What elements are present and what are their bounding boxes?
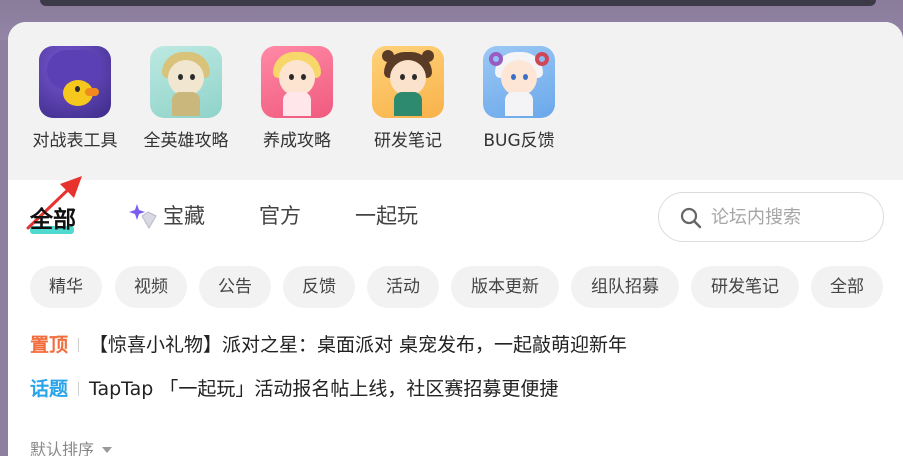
chip-announcement[interactable]: 公告 <box>199 266 271 308</box>
tab-all[interactable]: 全部 <box>30 200 76 234</box>
blonde-girl-icon <box>261 46 333 118</box>
tab-treasure[interactable]: 宝藏 <box>163 200 205 230</box>
topic-tag: 话题 <box>30 378 69 400</box>
chip-team-recruit[interactable]: 组队招募 <box>571 266 679 308</box>
shortcut-bar: 对战表工具 全英雄攻略 养成攻略 研发笔记 BUG反馈 <box>8 22 903 180</box>
duck-avatar-icon <box>39 46 111 118</box>
pinned-tag: 置顶 <box>30 334 69 356</box>
forum-panel: 对战表工具 全英雄攻略 养成攻略 研发笔记 BUG反馈 全部 宝藏 官方 一起玩… <box>8 22 903 456</box>
sort-label: 默认排序 <box>30 440 95 456</box>
chip-dev-notes[interactable]: 研发笔记 <box>691 266 799 308</box>
sparkle-diamond-icon <box>129 204 157 229</box>
shortcut-growth-guide[interactable]: 养成攻略 <box>247 46 347 166</box>
shortcut-label: 对战表工具 <box>32 131 118 151</box>
tab-official[interactable]: 官方 <box>259 200 301 230</box>
search-icon <box>680 207 702 229</box>
horned-sheep-kid-icon <box>483 46 555 118</box>
search-input[interactable] <box>711 203 871 231</box>
shortcut-battle-table-tool[interactable]: 对战表工具 <box>25 46 125 166</box>
topic-notice[interactable]: 话题 TapTap 「一起玩」活动报名帖上线，社区赛招募更便捷 <box>30 374 558 404</box>
divider <box>78 382 80 396</box>
divider <box>78 338 80 352</box>
shortcut-all-heroes-guide[interactable]: 全英雄攻略 <box>136 46 236 166</box>
chip-feedback[interactable]: 反馈 <box>283 266 355 308</box>
banner-strip <box>40 0 876 6</box>
robot-knight-icon <box>150 46 222 118</box>
notice-title: TapTap 「一起玩」活动报名帖上线，社区赛招募更便捷 <box>89 378 559 400</box>
shortcut-dev-notes[interactable]: 研发笔记 <box>358 46 458 166</box>
chevron-down-icon <box>102 447 113 453</box>
tab-bar: 全部 宝藏 官方 一起玩 <box>8 180 903 260</box>
chip-featured[interactable]: 精华 <box>30 266 102 308</box>
shortcut-label: BUG反馈 <box>483 131 555 151</box>
chip-video[interactable]: 视频 <box>115 266 187 308</box>
chip-all[interactable]: 全部 <box>811 266 883 308</box>
chip-version-update[interactable]: 版本更新 <box>451 266 559 308</box>
pinned-notice[interactable]: 置顶 【惊喜小礼物】派对之星：桌面派对 桌宠发布，一起敲萌迎新年 <box>30 330 627 360</box>
forum-search-box[interactable] <box>658 192 884 242</box>
shortcut-label: 养成攻略 <box>263 131 331 151</box>
bear-hood-kid-icon <box>372 46 444 118</box>
sort-dropdown[interactable]: 默认排序 <box>30 436 113 456</box>
shortcut-label: 研发笔记 <box>374 131 442 151</box>
tab-play-together[interactable]: 一起玩 <box>355 200 418 230</box>
chip-event[interactable]: 活动 <box>367 266 439 308</box>
shortcut-bug-report[interactable]: BUG反馈 <box>469 46 569 166</box>
shortcut-label: 全英雄攻略 <box>143 131 229 151</box>
notice-title: 【惊喜小礼物】派对之星：桌面派对 桌宠发布，一起敲萌迎新年 <box>89 334 628 356</box>
